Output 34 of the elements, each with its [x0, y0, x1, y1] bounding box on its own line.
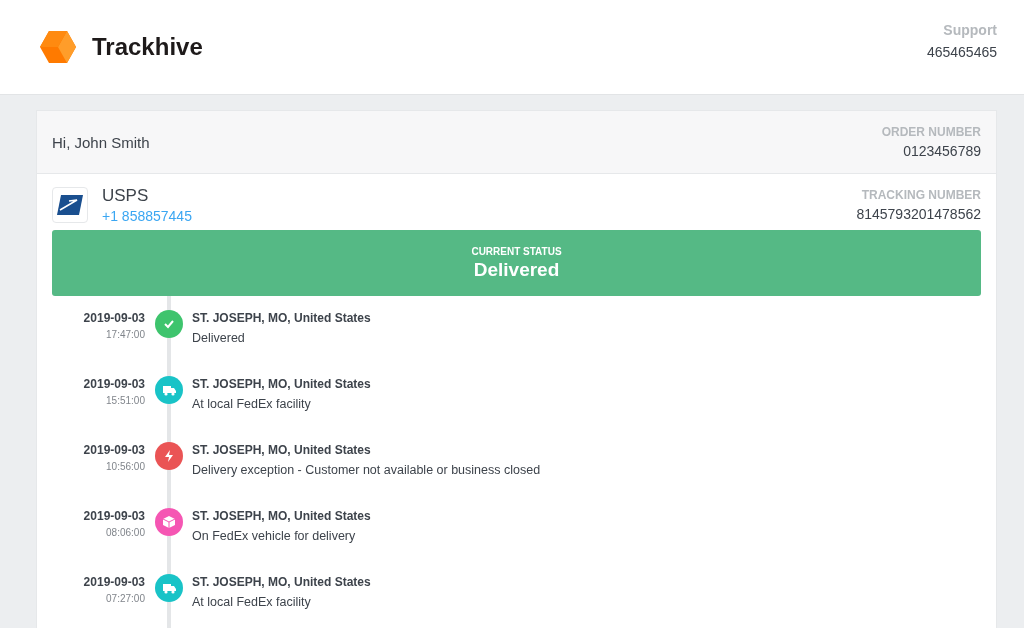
event-date: 2019-09-03: [82, 311, 145, 325]
greeting: Hi, John Smith: [52, 133, 150, 151]
event-date: 2019-09-03: [82, 509, 145, 523]
event-description: At local FedEx facility: [192, 595, 312, 609]
event-location: ST. JOSEPH, MO, United States: [192, 443, 372, 457]
hexagon-logo-icon: [40, 31, 76, 63]
carrier-name: USPS: [102, 186, 150, 206]
event-location: ST. JOSEPH, MO, United States: [192, 377, 371, 391]
carrier-logo-icon: [52, 187, 88, 223]
event-date: 2019-09-03: [82, 575, 145, 589]
event-description: At local FedEx facility: [192, 397, 312, 411]
order-number: 0123456789: [902, 143, 981, 159]
event-location: ST. JOSEPH, MO, United States: [192, 575, 371, 589]
event-description: On FedEx vehicle for delivery: [192, 529, 357, 543]
carrier-phone-link[interactable]: +1 858857445: [102, 208, 192, 224]
event-date: 2019-09-03: [82, 443, 145, 457]
event-description: Delivery exception - Customer not available or business closed: [192, 463, 541, 477]
support-label: Support: [942, 22, 997, 38]
event-time: 07:27:00: [105, 593, 145, 604]
event-time: 17:47:00: [105, 329, 145, 340]
event-time: 10:56:00: [105, 461, 145, 472]
event-description: Delivered: [192, 331, 246, 345]
event-time: 15:51:00: [105, 395, 145, 406]
event-date: 2019-09-03: [82, 377, 145, 391]
status-label: CURRENT STATUS: [471, 245, 562, 257]
event-location: ST. JOSEPH, MO, United States: [192, 311, 371, 325]
brand-name: Trackhive: [92, 33, 203, 61]
tracking-number: 8145793201478562: [856, 206, 981, 222]
status-value: Delivered: [473, 258, 560, 281]
tracking-number-label: TRACKING NUMBER: [860, 188, 981, 202]
order-number-label: ORDER NUMBER: [881, 125, 981, 139]
event-time: 08:06:00: [105, 527, 145, 538]
event-location: ST. JOSEPH, MO, United States: [192, 509, 371, 523]
support-phone: 465465465: [926, 44, 997, 60]
